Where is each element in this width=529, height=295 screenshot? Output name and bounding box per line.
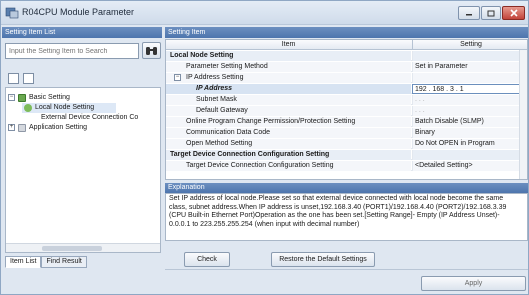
close-icon: [509, 9, 518, 17]
tab-find-result[interactable]: Find Result: [41, 256, 87, 268]
column-setting: Setting: [412, 40, 527, 50]
tab-item-list[interactable]: Item List: [5, 256, 42, 268]
row-item-label: IP Address Setting: [186, 74, 244, 81]
collapse-all-icon[interactable]: [23, 73, 34, 84]
row-setting-cell[interactable]: Batch Disable (SLMP): [412, 117, 527, 127]
table-row[interactable]: − IP Address Setting: [166, 73, 527, 83]
table-row[interactable]: −Target Device Connection Configuration …: [166, 150, 527, 160]
row-setting-cell[interactable]: Binary: [412, 128, 527, 138]
check-button[interactable]: Check: [184, 252, 230, 267]
tree-node-label: External Device Connection Co: [41, 114, 139, 121]
table-row[interactable]: Default Gateway . . .: [166, 106, 527, 116]
row-item-label: Target Device Connection Configuration S…: [186, 162, 334, 169]
title-bar: R04CPU Module Parameter: [1, 1, 528, 25]
table-row[interactable]: Parameter Setting Method Set in Parameter: [166, 62, 527, 72]
tree-node-external-device[interactable]: External Device Connection Co: [22, 113, 160, 123]
row-setting-cell[interactable]: [412, 150, 527, 160]
divider: [165, 269, 528, 270]
table-row[interactable]: Subnet Mask . . .: [166, 95, 527, 105]
tree-node-basic-setting[interactable]: − Basic Setting: [6, 93, 156, 103]
search-button[interactable]: [142, 42, 161, 59]
row-item-cell: −Target Device Connection Configuration …: [166, 150, 411, 160]
row-item-label: Target Device Connection Configuration S…: [170, 151, 330, 158]
table-row[interactable]: Online Program Change Permission/Protect…: [166, 117, 527, 127]
row-item-cell: Default Gateway: [166, 106, 411, 116]
explanation-header: Explanation: [165, 183, 528, 193]
row-item-label: Subnet Mask: [196, 96, 237, 103]
folder-check-icon: [18, 94, 26, 102]
tree-node-local-node-setting[interactable]: Local Node Setting: [22, 103, 116, 113]
collapse-icon[interactable]: −: [8, 94, 15, 101]
row-item-cell: Subnet Mask: [166, 95, 411, 105]
tree-node-label: Local Node Setting: [35, 104, 95, 111]
row-setting-cell[interactable]: . . .: [412, 95, 527, 105]
grid-vertical-scrollbar[interactable]: [519, 50, 527, 179]
row-item-cell: Online Program Change Permission/Protect…: [166, 117, 411, 127]
row-setting-cell[interactable]: . . .: [412, 106, 527, 116]
row-item-cell: − IP Address Setting: [166, 73, 411, 83]
row-item-cell: IP Address: [166, 84, 411, 94]
table-row[interactable]: Communication Data Code Binary: [166, 128, 527, 138]
maximize-icon: [487, 10, 495, 16]
row-item-cell: Parameter Setting Method: [166, 62, 411, 72]
minimize-icon: [466, 14, 472, 16]
tree-node-application-setting[interactable]: + Application Setting: [6, 123, 156, 133]
setting-item-list-header: Setting Item List: [2, 27, 162, 38]
row-item-label: Open Method Setting: [186, 140, 253, 147]
apply-button[interactable]: Apply: [421, 276, 526, 291]
module-parameter-window: R04CPU Module Parameter Setting Item Lis…: [0, 0, 529, 295]
window-title: R04CPU Module Parameter: [22, 7, 135, 17]
close-button[interactable]: [502, 6, 525, 20]
row-item-label: Communication Data Code: [186, 129, 271, 136]
table-row[interactable]: IP Address 192 . 168 . 3 . 1: [166, 84, 527, 94]
row-item-label: Default Gateway: [196, 107, 248, 114]
app-icon: [5, 7, 19, 19]
setting-item-header: Setting Item: [165, 27, 528, 38]
table-row[interactable]: Target Device Connection Configuration S…: [166, 161, 527, 171]
maximize-button[interactable]: [481, 6, 501, 20]
check-icon: [24, 104, 32, 112]
row-item-cell: Communication Data Code: [166, 128, 411, 138]
row-setting-cell[interactable]: Do Not OPEN in Program: [412, 139, 527, 149]
column-item: Item: [281, 41, 296, 48]
row-item-label: Online Program Change Permission/Protect…: [186, 118, 356, 125]
left-tabs: Item List Find Result: [5, 256, 87, 268]
row-item-label: Parameter Setting Method: [186, 63, 268, 70]
table-row[interactable]: −Local Node Setting: [166, 51, 527, 61]
grid-header: Item Setting: [166, 40, 527, 50]
tree-toolbar: [8, 73, 34, 84]
expand-icon[interactable]: +: [8, 124, 15, 131]
explanation-text: Set IP address of local node.Please set …: [165, 193, 528, 241]
row-setting-cell[interactable]: <Detailed Setting>: [412, 161, 527, 171]
table-row[interactable]: Open Method Setting Do Not OPEN in Progra…: [166, 139, 527, 149]
row-item-cell: Open Method Setting: [166, 139, 411, 149]
minimize-button[interactable]: [458, 6, 480, 20]
scroll-thumb[interactable]: [42, 246, 102, 251]
row-setting-cell[interactable]: [412, 51, 527, 61]
row-item-label: Local Node Setting: [170, 52, 234, 59]
row-item-label: IP Address: [196, 85, 233, 92]
collapse-icon[interactable]: −: [174, 74, 181, 81]
row-item-cell: −Local Node Setting: [166, 51, 411, 61]
row-item-cell: Target Device Connection Configuration S…: [166, 161, 411, 171]
parameter-grid: Item Setting −Local Node SettingParamete…: [165, 39, 528, 180]
search-input[interactable]: [5, 43, 139, 59]
folder-icon: [18, 124, 26, 132]
binoculars-icon: [146, 47, 157, 55]
tree-node-label: Basic Setting: [29, 94, 70, 101]
restore-default-button[interactable]: Restore the Default Settings: [271, 252, 375, 267]
setting-tree: − Basic Setting Local Node Setting Exter…: [5, 87, 161, 253]
row-setting-cell[interactable]: 192 . 168 . 3 . 1: [412, 84, 527, 94]
tree-node-label: Application Setting: [29, 124, 87, 131]
expand-all-icon[interactable]: [8, 73, 19, 84]
row-setting-cell[interactable]: [412, 73, 527, 83]
row-setting-cell[interactable]: Set in Parameter: [412, 62, 527, 72]
tree-horizontal-scrollbar[interactable]: [6, 243, 160, 252]
